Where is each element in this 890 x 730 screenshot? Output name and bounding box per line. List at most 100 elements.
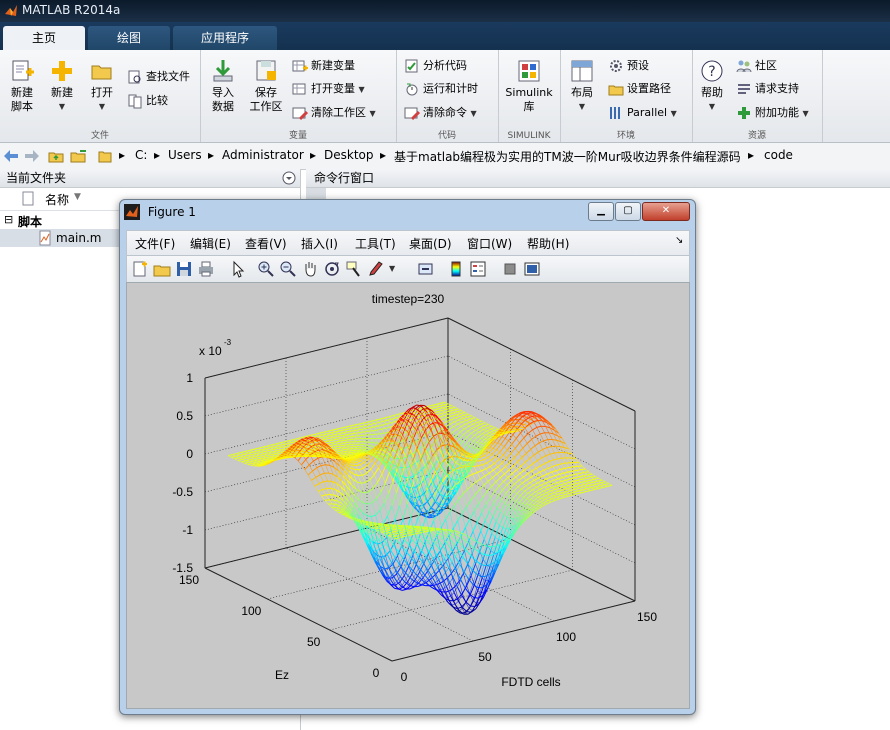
tab-home[interactable]: 主页 (3, 26, 85, 50)
open-variable-dropdown-icon[interactable]: ▼ (359, 85, 365, 94)
link-plot-icon[interactable] (417, 260, 435, 278)
clear-commands-button[interactable]: 清除命令 ▼ (404, 103, 477, 123)
surface-mesh-line (340, 439, 345, 442)
surface-plot[interactable]: 050100150050100150-1.5-1-0.500.51 timest… (127, 283, 689, 708)
help-button[interactable]: ? 帮助 ▼ (696, 58, 728, 114)
zoom-in-icon[interactable] (257, 260, 275, 278)
clear-commands-dropdown-icon[interactable]: ▼ (471, 109, 477, 118)
sort-down-icon[interactable]: ▼ (74, 192, 81, 202)
tab-plots[interactable]: 绘图 (88, 26, 170, 50)
open-dropdown-icon[interactable]: ▼ (86, 100, 118, 114)
parallel-dropdown-icon[interactable]: ▼ (671, 109, 677, 118)
surface-mesh-line (604, 483, 609, 486)
minimize-button[interactable]: ▁ (588, 202, 614, 221)
save-icon[interactable] (175, 260, 193, 278)
simulink-library-button[interactable]: Simulink 库 (502, 58, 556, 114)
layout-dropdown-icon[interactable]: ▼ (566, 100, 598, 114)
name-column-header[interactable]: 名称 (45, 191, 69, 208)
maximize-button[interactable]: ▢ (615, 202, 641, 221)
menu-help[interactable]: 帮助(H) (527, 235, 569, 252)
import-data-button[interactable]: 导入 数据 (206, 58, 240, 114)
pointer-icon[interactable] (229, 260, 247, 278)
brush-dropdown-icon[interactable]: ▼ (389, 264, 395, 273)
new-dropdown-icon[interactable]: ▼ (46, 100, 78, 114)
add-ons-dropdown-icon[interactable]: ▼ (803, 109, 809, 118)
surface-mesh-line (553, 495, 557, 498)
import-label-1: 导入 (212, 86, 234, 99)
set-path-button[interactable]: 设置路径 (608, 79, 671, 99)
surface-mesh-line (528, 484, 534, 489)
surface-mesh-line (389, 539, 395, 546)
path-segment-code[interactable]: code (764, 148, 793, 162)
path-segment-project[interactable]: 基于matlab编程极为实用的TM波一阶Mur吸收边界条件编程源码 (394, 148, 741, 165)
zoom-out-icon[interactable] (279, 260, 297, 278)
hide-plot-tools-icon[interactable] (501, 260, 519, 278)
menu-window[interactable]: 窗口(W) (467, 235, 512, 252)
brush-icon[interactable] (367, 260, 385, 278)
surface-mesh-line (364, 462, 368, 466)
surface-mesh-line (478, 496, 484, 505)
collapse-icon[interactable]: ⊟ (4, 213, 13, 226)
surface-mesh-line (349, 424, 354, 427)
open-file-icon[interactable] (153, 260, 171, 278)
back-arrow-icon[interactable] (3, 149, 19, 163)
path-segment-administrator[interactable]: Administrator (222, 148, 304, 162)
surface-mesh-line (542, 473, 548, 477)
legend-icon[interactable] (469, 260, 487, 278)
surface-mesh-line (493, 502, 498, 508)
run-and-time-button[interactable]: 运行和计时 (404, 79, 478, 99)
close-button[interactable]: ✕ (642, 202, 690, 221)
parallel-button[interactable]: Parallel ▼ (608, 103, 677, 123)
save-workspace-button[interactable]: 保存 工作区 (246, 58, 286, 114)
find-files-button[interactable]: 查找文件 (127, 67, 190, 87)
new-button[interactable]: 新建 ▼ (46, 58, 78, 114)
data-cursor-icon[interactable] (345, 260, 363, 278)
new-variable-button[interactable]: 新建变量 (292, 56, 355, 76)
surface-mesh-line (516, 493, 521, 497)
path-segment-desktop[interactable]: Desktop (324, 148, 374, 162)
menu-file[interactable]: 文件(F) (135, 235, 175, 252)
surface-mesh-line (359, 464, 364, 469)
menu-desktop[interactable]: 桌面(D) (409, 235, 452, 252)
surface-mesh-line (305, 434, 311, 437)
surface-mesh-line (341, 438, 345, 441)
figure-window[interactable]: Figure 1 ▁ ▢ ✕ 文件(F) 编辑(E) 查看(V) 插入(I) 工… (119, 199, 696, 715)
preferences-button[interactable]: 预设 (608, 56, 649, 76)
menu-view[interactable]: 查看(V) (245, 235, 287, 252)
help-dropdown-icon[interactable]: ▼ (696, 100, 728, 114)
menu-edit[interactable]: 编辑(E) (190, 235, 231, 252)
new-figure-icon[interactable] (131, 260, 149, 278)
new-script-button[interactable]: 新建 脚本 (6, 58, 38, 114)
community-button[interactable]: 社区 (736, 56, 777, 76)
menu-insert[interactable]: 插入(I) (301, 235, 338, 252)
clear-workspace-dropdown-icon[interactable]: ▼ (370, 109, 376, 118)
figure-canvas[interactable]: 0 50 100 150 0 50 100 150 -1.5 -1 -0.5 0 0.5 1 timest… (126, 282, 690, 709)
request-support-button[interactable]: 请求支持 (736, 79, 799, 99)
menu-tools[interactable]: 工具(T) (355, 235, 396, 252)
open-button[interactable]: 打开 ▼ (86, 58, 118, 114)
tab-apps[interactable]: 应用程序 (173, 26, 277, 50)
panel-actions-icon[interactable] (282, 171, 296, 185)
analyze-code-button[interactable]: 分析代码 (404, 56, 467, 76)
open-variable-button[interactable]: 打开变量 ▼ (292, 79, 365, 99)
clear-workspace-button[interactable]: 清除工作区 ▼ (292, 103, 376, 123)
rotate-3d-icon[interactable] (323, 260, 341, 278)
up-folder-icon[interactable] (48, 148, 64, 164)
surface-mesh-line (548, 485, 553, 488)
pan-hand-icon[interactable] (301, 260, 319, 278)
surface-mesh-line (321, 437, 325, 440)
path-segment-drive[interactable]: C: (135, 148, 147, 162)
add-ons-button[interactable]: 附加功能 ▼ (736, 103, 809, 123)
path-segment-users[interactable]: Users (168, 148, 202, 162)
colorbar-icon[interactable] (447, 260, 465, 278)
surface-mesh-line (488, 452, 493, 455)
compare-button[interactable]: 比较 (127, 91, 168, 111)
menu-dock-arrow-icon[interactable]: ↘ (675, 235, 683, 246)
layout-button[interactable]: 布局 ▼ (566, 58, 598, 114)
surface-mesh-line (534, 442, 540, 447)
surface-mesh-line (337, 448, 341, 451)
forward-arrow-icon[interactable] (24, 149, 40, 163)
show-plot-tools-icon[interactable] (523, 260, 541, 278)
browse-folder-icon[interactable] (70, 148, 88, 164)
print-icon[interactable] (197, 260, 215, 278)
